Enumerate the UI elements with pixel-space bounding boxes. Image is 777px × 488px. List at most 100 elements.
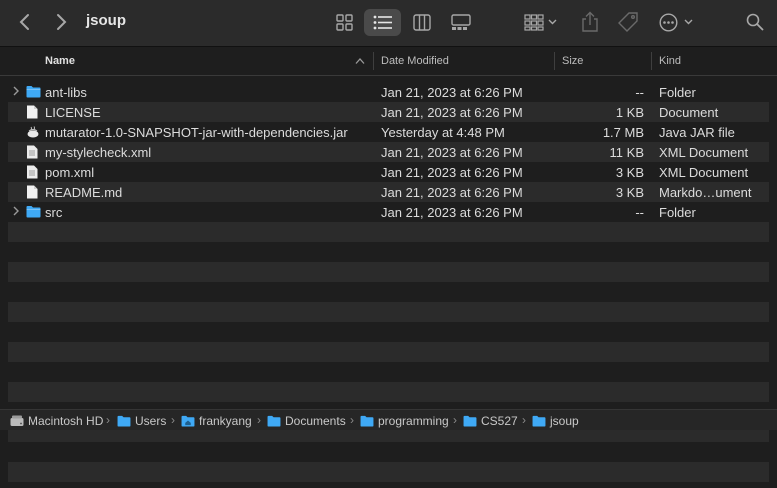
file-size: 1 KB <box>615 105 644 120</box>
list-view-button[interactable] <box>373 15 392 35</box>
tags-button[interactable] <box>617 12 639 37</box>
gallery-view-button[interactable] <box>451 14 471 36</box>
chevron-right-icon: › <box>171 413 175 427</box>
path-item-label: Users <box>135 414 167 428</box>
sort-ascending-icon[interactable] <box>355 56 365 68</box>
empty-row <box>8 362 769 382</box>
folder-icon <box>26 85 41 101</box>
xml-document-icon <box>26 145 38 162</box>
file-kind: Folder <box>659 85 696 100</box>
chevron-right-icon: › <box>257 413 261 427</box>
file-date: Jan 21, 2023 at 6:26 PM <box>381 185 523 200</box>
empty-row <box>8 382 769 402</box>
file-row[interactable]: README.md Jan 21, 2023 at 6:26 PM 3 KB M… <box>8 182 769 202</box>
empty-row <box>8 242 769 262</box>
path-item-frankyang[interactable]: frankyang <box>181 414 252 428</box>
action-menu-button[interactable] <box>659 13 695 37</box>
path-item-macintosh-hd[interactable]: Macintosh HD <box>10 414 103 428</box>
path-item-label: frankyang <box>199 414 252 428</box>
empty-row <box>8 262 769 282</box>
file-date: Jan 21, 2023 at 6:26 PM <box>381 85 523 100</box>
home-folder-icon <box>181 415 195 427</box>
empty-row <box>8 342 769 362</box>
folder-icon <box>26 205 41 221</box>
path-item-jsoup[interactable]: jsoup <box>532 414 579 428</box>
path-item-documents[interactable]: Documents <box>267 414 346 428</box>
file-date: Jan 21, 2023 at 6:26 PM <box>381 205 523 220</box>
path-item-label: Macintosh HD <box>28 414 104 428</box>
file-kind: XML Document <box>659 145 749 160</box>
file-row[interactable]: ant-libs Jan 21, 2023 at 6:26 PM -- Fold… <box>8 82 769 102</box>
empty-row <box>8 442 769 462</box>
list-icon <box>373 15 392 30</box>
column-header-bar: Name Date Modified Size Kind <box>0 47 777 76</box>
column-header-name[interactable]: Name <box>45 55 75 67</box>
chevron-right-icon: › <box>522 413 526 427</box>
file-kind: Java JAR file <box>659 125 735 140</box>
file-name: README.md <box>45 185 123 200</box>
search-button[interactable] <box>746 13 764 36</box>
path-item-cs527[interactable]: CS527 <box>463 414 518 428</box>
file-row[interactable]: my-stylecheck.xml Jan 21, 2023 at 6:26 P… <box>8 142 769 162</box>
window-title: jsoup <box>86 12 126 29</box>
share-icon <box>582 11 598 32</box>
folder-icon <box>267 415 281 427</box>
path-item-users[interactable]: Users <box>117 414 166 428</box>
group-by-button[interactable] <box>524 14 558 36</box>
disclosure-triangle-icon[interactable] <box>12 205 20 220</box>
file-name: my-stylecheck.xml <box>45 145 152 160</box>
file-date: Yesterday at 4:48 PM <box>381 125 505 140</box>
columns-icon <box>413 14 431 31</box>
file-date: Jan 21, 2023 at 6:26 PM <box>381 145 523 160</box>
disclosure-triangle-icon[interactable] <box>12 85 20 100</box>
empty-row <box>8 222 769 242</box>
file-size: 3 KB <box>615 165 644 180</box>
column-header-size[interactable]: Size <box>562 55 583 67</box>
path-item-label: programming <box>378 414 449 428</box>
chevron-right-icon: › <box>106 413 110 427</box>
forward-button[interactable] <box>54 12 68 37</box>
path-item-label: jsoup <box>550 414 579 428</box>
group-grid-icon <box>524 14 557 31</box>
file-row[interactable]: src Jan 21, 2023 at 6:26 PM -- Folder <box>8 202 769 222</box>
file-kind: Document <box>659 105 719 120</box>
chevron-right-icon: › <box>453 413 457 427</box>
column-header-kind[interactable]: Kind <box>659 55 681 67</box>
file-name: mutarator-1.0-SNAPSHOT-jar-with-dependen… <box>45 125 348 140</box>
column-divider[interactable] <box>373 52 374 70</box>
chevron-left-icon <box>19 14 29 30</box>
xml-document-icon <box>26 165 38 182</box>
file-row[interactable]: pom.xml Jan 21, 2023 at 6:26 PM 3 KB XML… <box>8 162 769 182</box>
file-kind: XML Document <box>659 165 749 180</box>
empty-row <box>8 302 769 322</box>
file-name: LICENSE <box>45 105 101 120</box>
file-size: 1.7 MB <box>602 125 644 140</box>
file-size: -- <box>635 85 644 100</box>
file-size: 3 KB <box>615 185 644 200</box>
path-item-programming[interactable]: programming <box>360 414 449 428</box>
toolbar: jsoup <box>0 0 777 47</box>
icon-view-button[interactable] <box>336 14 353 36</box>
file-name: ant-libs <box>45 85 87 100</box>
empty-row <box>8 282 769 302</box>
path-item-label: CS527 <box>481 414 518 428</box>
back-button[interactable] <box>18 12 32 37</box>
share-button[interactable] <box>581 11 599 38</box>
column-divider[interactable] <box>651 52 652 70</box>
folder-icon <box>117 415 131 427</box>
file-row[interactable]: LICENSE Jan 21, 2023 at 6:26 PM 1 KB Doc… <box>8 102 769 122</box>
file-kind: Folder <box>659 205 696 220</box>
path-item-label: Documents <box>285 414 346 428</box>
file-size: -- <box>635 205 644 220</box>
column-divider[interactable] <box>554 52 555 70</box>
column-view-button[interactable] <box>413 14 431 36</box>
empty-row <box>8 322 769 342</box>
file-date: Jan 21, 2023 at 6:26 PM <box>381 105 523 120</box>
search-icon <box>746 13 764 31</box>
file-name: pom.xml <box>45 165 95 180</box>
grid-icon <box>336 14 353 31</box>
file-row[interactable]: mutarator-1.0-SNAPSHOT-jar-with-dependen… <box>8 122 769 142</box>
jar-icon <box>26 125 40 142</box>
folder-icon <box>532 415 546 427</box>
column-header-date[interactable]: Date Modified <box>381 55 449 67</box>
